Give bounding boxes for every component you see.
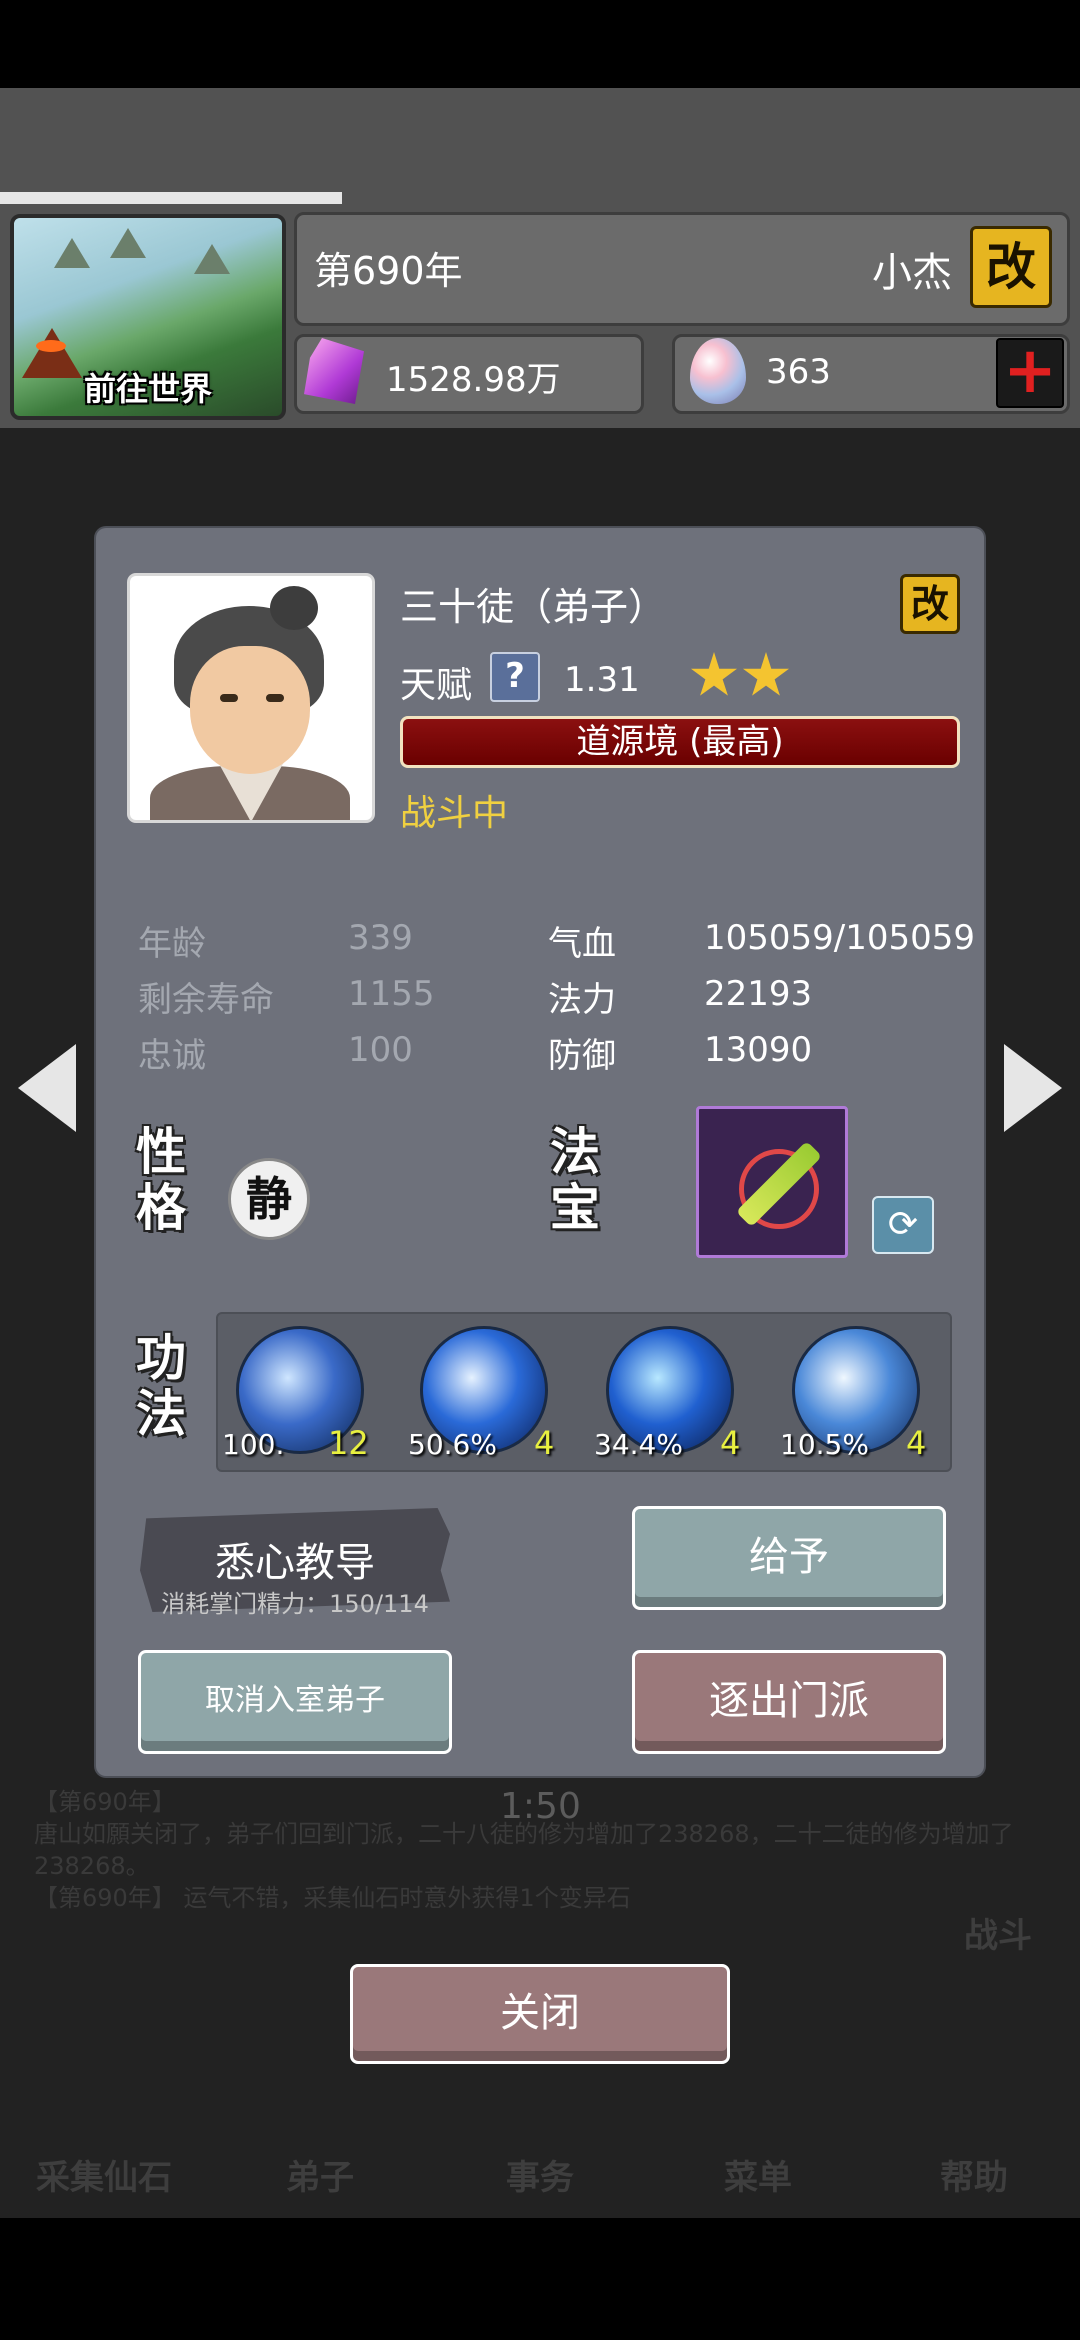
cancel-inner-disciple-button[interactable]: 取消入室弟子 — [138, 1650, 452, 1754]
age-label: 年龄 — [138, 924, 206, 964]
realm-bar: 道源境 (最高) — [400, 716, 960, 768]
skill-progress: 10.5% — [780, 1428, 869, 1461]
hp-label: 气血 — [548, 924, 616, 964]
rename-disciple-button[interactable]: 改 — [900, 574, 960, 634]
egg-count: 363 — [766, 352, 831, 392]
eye — [220, 694, 238, 702]
mountain-icon — [194, 244, 230, 274]
next-disciple-arrow-icon[interactable] — [1004, 1044, 1062, 1132]
skills-title-char: 法 — [136, 1385, 186, 1443]
treasure-title-char: 法 — [550, 1123, 600, 1181]
close-button[interactable]: 关闭 — [350, 1964, 730, 2064]
refresh-icon[interactable]: ⟳ — [872, 1196, 934, 1254]
expel-button[interactable]: 逐出门派 — [632, 1650, 946, 1754]
hp-value: 105059/105059 — [704, 918, 976, 958]
nav-menu: 菜单 — [724, 2158, 792, 2198]
rename-player-button[interactable]: 改 — [970, 226, 1052, 308]
navigation-bar — [0, 2218, 1080, 2340]
age-value: 339 — [348, 918, 413, 958]
personality-title-char: 性 — [136, 1123, 186, 1181]
world-map-label: 前往世界 — [83, 370, 212, 408]
skill-level: 4 — [534, 1424, 555, 1462]
talent-label: 天赋 — [400, 665, 473, 706]
loyalty-label: 忠诚 — [138, 1036, 206, 1076]
spirit-stone-count: 1528.98万 — [386, 360, 561, 400]
treasure-slot[interactable] — [696, 1106, 848, 1258]
lava-icon — [36, 340, 66, 352]
nav-help: 帮助 — [940, 2158, 1008, 2198]
status-text: 战斗中 — [400, 793, 509, 834]
skill-level: 12 — [328, 1424, 369, 1462]
personality-badge[interactable]: 静 — [228, 1158, 310, 1240]
player-name: 小杰 — [872, 250, 952, 296]
talent-value: 1.31 — [564, 660, 640, 700]
skill-level: 4 — [906, 1424, 927, 1462]
skill-progress: 34.4% — [594, 1428, 683, 1461]
mountain-icon — [54, 238, 90, 268]
mana-label: 法力 — [548, 980, 616, 1020]
treasure-title-char: 宝 — [550, 1179, 600, 1237]
personality-title: 性 格 — [136, 1124, 186, 1236]
previous-disciple-arrow-icon[interactable] — [18, 1044, 76, 1132]
nav-affairs: 事务 — [506, 2158, 574, 2198]
countdown-timer: 1:50 — [500, 1786, 581, 1827]
face — [190, 646, 310, 774]
skills-title-char: 功 — [136, 1329, 186, 1387]
log-line: 唐山如願关闭了，弟子们回到门派，二十八徒的修为增加了238268，二十二徒的修为… — [34, 1820, 1014, 1880]
eye — [266, 694, 284, 702]
defense-label: 防御 — [548, 1036, 616, 1076]
give-button[interactable]: 给予 — [632, 1506, 946, 1610]
mana-value: 22193 — [704, 974, 813, 1014]
loyalty-value: 100 — [348, 1030, 413, 1070]
progress-bar — [0, 192, 342, 204]
mountain-icon — [110, 228, 146, 258]
log-line: 【第690年】 运气不错，采集仙石时意外获得1个变异石 — [34, 1884, 631, 1912]
disciple-name: 三十徒（弟子） — [400, 585, 667, 629]
teach-button-label: 悉心教导 — [215, 1540, 375, 1586]
world-map-button[interactable]: 前往世界 — [10, 214, 286, 420]
skill-progress: 100. — [222, 1428, 285, 1461]
year-text: 第690年 — [314, 249, 463, 293]
battle-label: 战斗 — [964, 1916, 1032, 1956]
skill-progress: 50.6% — [408, 1428, 497, 1461]
personality-title-char: 格 — [136, 1179, 186, 1237]
teach-cost: 消耗掌门精力：150/114 — [161, 1590, 429, 1618]
hair-bun — [270, 586, 318, 630]
lifespan-value: 1155 — [348, 974, 435, 1014]
nav-disciples: 弟子 — [286, 2158, 354, 2198]
disciple-portrait — [130, 576, 372, 820]
skills-title: 功 法 — [136, 1330, 186, 1442]
nav-gather: 采集仙石 — [36, 2158, 172, 2198]
skill-level: 4 — [720, 1424, 741, 1462]
help-icon[interactable]: ? — [490, 652, 540, 702]
defense-value: 13090 — [704, 1030, 813, 1070]
lifespan-label: 剩余寿命 — [138, 980, 274, 1020]
treasure-title: 法 宝 — [550, 1124, 600, 1236]
status-bar — [0, 0, 1080, 88]
add-eggs-button[interactable]: + — [996, 338, 1064, 408]
